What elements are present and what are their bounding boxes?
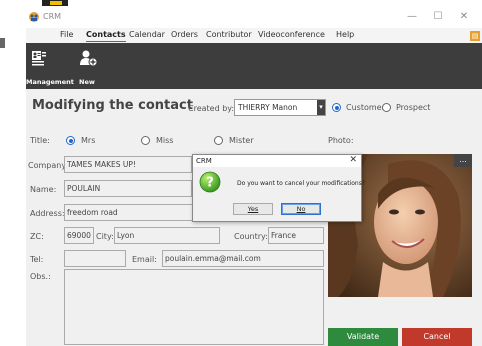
left-edge: [0, 0, 26, 346]
mister-radio[interactable]: [214, 136, 223, 145]
photo-options-button[interactable]: ...: [454, 154, 472, 167]
miss-label: Miss: [156, 136, 174, 145]
created-by-select[interactable]: THIERRY Manon: [234, 99, 326, 116]
crm-logo-icon: [29, 12, 39, 22]
menu-file[interactable]: File: [60, 30, 73, 39]
management-icon: [32, 51, 46, 66]
country-input[interactable]: France: [268, 227, 324, 244]
dialog-close-button[interactable]: ✕: [349, 155, 357, 165]
minimize-button[interactable]: —: [402, 9, 422, 25]
dialog-body: ? Do you want to cancel your modificatio…: [193, 167, 365, 221]
name-input[interactable]: POULAIN: [64, 180, 192, 197]
customer-radio[interactable]: [332, 103, 341, 112]
menu-contributor[interactable]: Contributor: [206, 30, 252, 39]
menu-help[interactable]: Help: [336, 30, 354, 39]
crm-window: CRM — ☐ ✕ File Contacts Calendar Orders …: [26, 6, 482, 346]
menu-orders[interactable]: Orders: [171, 30, 198, 39]
email-input[interactable]: poulain.emma@mail.com: [162, 250, 324, 267]
dialog-yes-button[interactable]: Yes: [233, 203, 273, 215]
company-label: Company:: [28, 161, 69, 170]
toolbar: Management New: [26, 43, 482, 89]
confirm-dialog: CRM ✕ ? Do you want to cancel your modif…: [192, 154, 365, 222]
country-label: Country:: [234, 232, 268, 241]
email-label: Email:: [132, 255, 157, 264]
prospect-radio[interactable]: [382, 103, 391, 112]
company-input[interactable]: TAMES MAKES UP!: [64, 156, 192, 173]
customer-label: Customer: [346, 103, 385, 112]
cancel-button[interactable]: Cancel: [402, 328, 472, 346]
edge-artifact: [0, 38, 5, 48]
obs-label: Obs.:: [30, 272, 51, 281]
new-contact-button[interactable]: New: [76, 43, 98, 89]
zc-label: ZC:: [30, 232, 44, 241]
name-label: Name:: [30, 185, 57, 194]
validate-button[interactable]: Validate: [328, 328, 398, 346]
question-icon: ?: [199, 171, 221, 193]
zc-input[interactable]: 69000: [64, 227, 94, 244]
management-label: Management: [26, 78, 74, 86]
dialog-title: CRM: [196, 157, 212, 165]
title-bar: CRM — ☐ ✕: [26, 6, 482, 28]
management-button[interactable]: Management: [26, 43, 74, 89]
dialog-title-bar: CRM ✕: [193, 155, 361, 167]
city-label: City:: [96, 232, 114, 241]
notification-icon[interactable]: ▤: [470, 31, 480, 41]
svg-text:?: ?: [206, 176, 214, 191]
city-input[interactable]: Lyon: [114, 227, 220, 244]
add-user-icon: [80, 50, 98, 67]
photo-label: Photo:: [328, 136, 354, 145]
address-label: Address:: [30, 209, 65, 218]
miss-radio[interactable]: [141, 136, 150, 145]
created-by-label: Created by:: [188, 104, 235, 113]
page-title: Modifying the contact: [32, 98, 193, 113]
tel-input[interactable]: [64, 250, 126, 267]
mister-label: Mister: [229, 136, 254, 145]
dialog-no-button[interactable]: No: [281, 203, 321, 215]
menu-calendar[interactable]: Calendar: [129, 30, 165, 39]
menu-bar: File Contacts Calendar Orders Contributo…: [26, 28, 482, 43]
menu-videoconference[interactable]: Videoconference: [258, 30, 325, 39]
obs-textarea[interactable]: [64, 269, 324, 345]
close-window-button[interactable]: ✕: [454, 9, 474, 25]
dialog-message: Do you want to cancel your modifications…: [237, 180, 365, 187]
mrs-label: Mrs: [81, 136, 96, 145]
mrs-radio[interactable]: [66, 136, 75, 145]
app-title: CRM: [43, 12, 62, 21]
tel-label: Tel:: [30, 255, 44, 264]
new-label: New: [79, 78, 95, 86]
menu-contacts[interactable]: Contacts: [86, 30, 126, 42]
title-label: Title:: [30, 136, 50, 145]
prospect-label: Prospect: [396, 103, 431, 112]
maximize-button[interactable]: ☐: [428, 9, 448, 25]
